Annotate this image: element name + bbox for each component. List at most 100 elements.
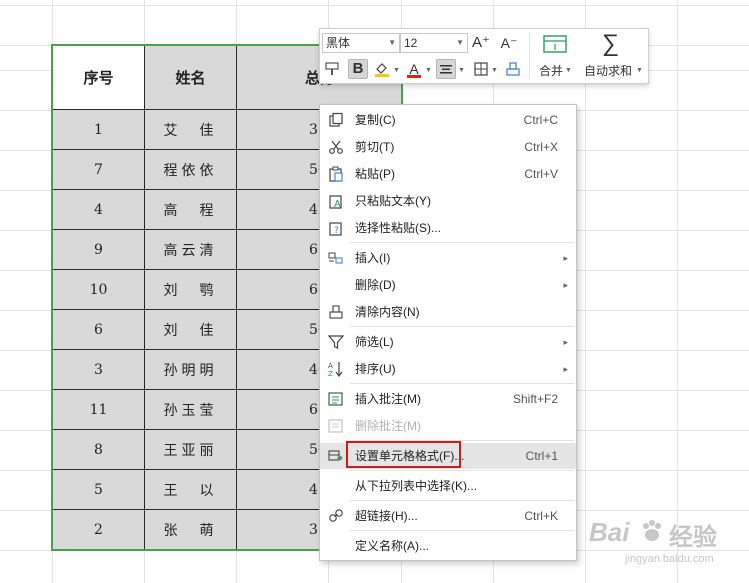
menu-item-insert[interactable]: 插入(I) ▸ <box>320 245 576 271</box>
watermark-brand: Bai <box>589 517 630 547</box>
cell-no[interactable]: 6 <box>52 309 145 350</box>
cell-no[interactable]: 11 <box>52 389 145 430</box>
menu-item-shortcut: Ctrl+C <box>523 113 558 127</box>
menu-item-label: 选择性粘贴(S)... <box>355 221 441 235</box>
cell-name[interactable]: 孙玉莹 <box>144 389 237 430</box>
chevron-down-icon: ▼ <box>388 38 396 47</box>
menu-item-filter[interactable]: 筛选(L) ▸ <box>320 329 576 355</box>
chevron-down-icon[interactable]: ▼ <box>458 67 465 74</box>
menu-item-sort[interactable]: A Z 排序(U) ▸ <box>320 356 576 382</box>
menu-item-label: 从下拉列表中选择(K)... <box>355 479 477 493</box>
font-color-button[interactable]: A <box>404 59 424 79</box>
font-name-select[interactable]: 黑体 ▼ <box>322 33 400 53</box>
format-painter-button[interactable] <box>322 59 342 79</box>
cell-name[interactable]: 刘 佳 <box>144 309 237 350</box>
menu-item-copy[interactable]: 复制(C) Ctrl+C <box>320 107 576 133</box>
menu-item-paste-text[interactable]: A 只粘贴文本(Y) <box>320 188 576 214</box>
font-size-value: 12 <box>404 36 418 50</box>
menu-item-insert-comment[interactable]: 插入批注(M) Shift+F2 <box>320 386 576 412</box>
submenu-arrow-icon: ▸ <box>563 364 568 374</box>
menu-separator <box>350 326 574 327</box>
merge-label: 合并 <box>539 64 564 78</box>
menu-item-label: 删除批注(M) <box>355 419 421 433</box>
menu-item-scissors[interactable]: 剪切(T) Ctrl+X <box>320 134 576 160</box>
svg-text:?: ? <box>334 226 339 236</box>
merge-cells-icon <box>543 35 567 53</box>
copy-icon <box>329 112 343 127</box>
paste-text-icon: A <box>329 195 342 209</box>
submenu-arrow-icon: ▸ <box>563 253 568 263</box>
merge-button[interactable]: 合并 ▼ <box>534 32 578 80</box>
cell-name[interactable]: 高云清 <box>144 229 237 270</box>
menu-item-paste-special[interactable]: ? 选择性粘贴(S)... <box>320 215 576 241</box>
cell-name[interactable]: 孙明明 <box>144 349 237 390</box>
paste-special-icon: ? <box>329 222 342 236</box>
increase-font-button[interactable]: A⁺ <box>471 33 491 53</box>
sigma-icon: ∑ <box>602 30 620 57</box>
cell-no[interactable]: 10 <box>52 269 145 310</box>
cell-no[interactable]: 2 <box>52 509 145 550</box>
autosum-button[interactable]: ∑ 自动求和 ▼ <box>582 30 644 80</box>
baidu-jingyan-watermark: Bai 经验 jingyan.baidu.com <box>585 515 745 575</box>
menu-item-label: 剪切(T) <box>355 140 395 154</box>
cell-no[interactable]: 4 <box>52 189 145 230</box>
cell-name[interactable]: 王 以 <box>144 469 237 510</box>
menu-item-label: 筛选(L) <box>355 335 394 349</box>
decrease-font-button[interactable]: A⁻ <box>499 33 519 53</box>
menu-separator <box>350 500 574 501</box>
cell-no[interactable]: 7 <box>52 149 145 190</box>
chevron-down-icon[interactable]: ▼ <box>425 67 432 74</box>
menu-item-item-15[interactable]: 定义名称(A)... <box>320 533 576 559</box>
align-button[interactable] <box>436 59 456 79</box>
context-menu: 复制(C) Ctrl+C 剪切(T) Ctrl+X 粘贴(P) Ctrl+V A 只粘贴文本(… <box>319 104 577 561</box>
submenu-arrow-icon: ▸ <box>563 337 568 347</box>
borders-button[interactable] <box>471 59 491 79</box>
cell-no[interactable]: 3 <box>52 349 145 390</box>
font-size-select[interactable]: 12 ▼ <box>400 33 468 53</box>
menu-item-shortcut: Ctrl+X <box>524 140 558 154</box>
chevron-down-icon[interactable]: ▼ <box>491 67 498 74</box>
eraser-icon <box>329 305 343 319</box>
menu-separator <box>350 383 574 384</box>
fill-bucket-icon <box>375 63 389 77</box>
fill-color-button[interactable] <box>372 59 392 79</box>
menu-item-label: 清除内容(N) <box>355 305 420 319</box>
paw-logo-icon <box>643 520 661 541</box>
menu-item-shortcut: Ctrl+V <box>524 167 558 181</box>
menu-item-label: 只粘贴文本(Y) <box>355 194 431 208</box>
chevron-down-icon: ▼ <box>565 67 572 74</box>
chevron-down-icon[interactable]: ▼ <box>393 67 400 74</box>
clear-format-button[interactable] <box>503 59 523 79</box>
menu-item-label: 复制(C) <box>355 113 396 127</box>
highlight-annotation-box <box>346 441 461 468</box>
cell-name[interactable]: 程依依 <box>144 149 237 190</box>
menu-item-eraser[interactable]: 清除内容(N) <box>320 299 576 325</box>
cell-no[interactable]: 1 <box>52 109 145 150</box>
cell-name[interactable]: 艾 佳 <box>144 109 237 150</box>
chevron-down-icon: ▼ <box>636 67 643 74</box>
menu-item-paste[interactable]: 粘贴(P) Ctrl+V <box>320 161 576 187</box>
autosum-label: 自动求和 <box>584 64 633 78</box>
menu-item-link[interactable]: 超链接(H)... Ctrl+K <box>320 503 576 529</box>
format-cells-icon <box>328 450 343 461</box>
cell-name[interactable]: 刘 鹗 <box>144 269 237 310</box>
cell-name[interactable]: 张 萌 <box>144 509 237 550</box>
menu-item-label: 插入(I) <box>355 251 391 265</box>
menu-item-item-6[interactable]: 删除(D) ▸ <box>320 272 576 298</box>
cell-name[interactable]: 高 程 <box>144 189 237 230</box>
menu-item-label: 删除(D) <box>355 278 396 292</box>
menu-item-shortcut: Shift+F2 <box>512 392 558 406</box>
header-cell-no[interactable]: 序号 <box>52 45 145 110</box>
insert-icon <box>328 252 343 264</box>
watermark-brand-cn: 经验 <box>669 523 717 551</box>
menu-item-item-13[interactable]: 从下拉列表中选择(K)... <box>320 473 576 499</box>
font-name-value: 黑体 <box>326 36 351 50</box>
cell-no[interactable]: 9 <box>52 229 145 270</box>
header-cell-name[interactable]: 姓名 <box>144 45 237 110</box>
font-color-swatch <box>407 75 421 78</box>
cell-name[interactable]: 王亚丽 <box>144 429 237 470</box>
bold-button[interactable]: B <box>348 59 368 79</box>
cell-no[interactable]: 5 <box>52 469 145 510</box>
filter-icon <box>328 335 344 349</box>
cell-no[interactable]: 8 <box>52 429 145 470</box>
